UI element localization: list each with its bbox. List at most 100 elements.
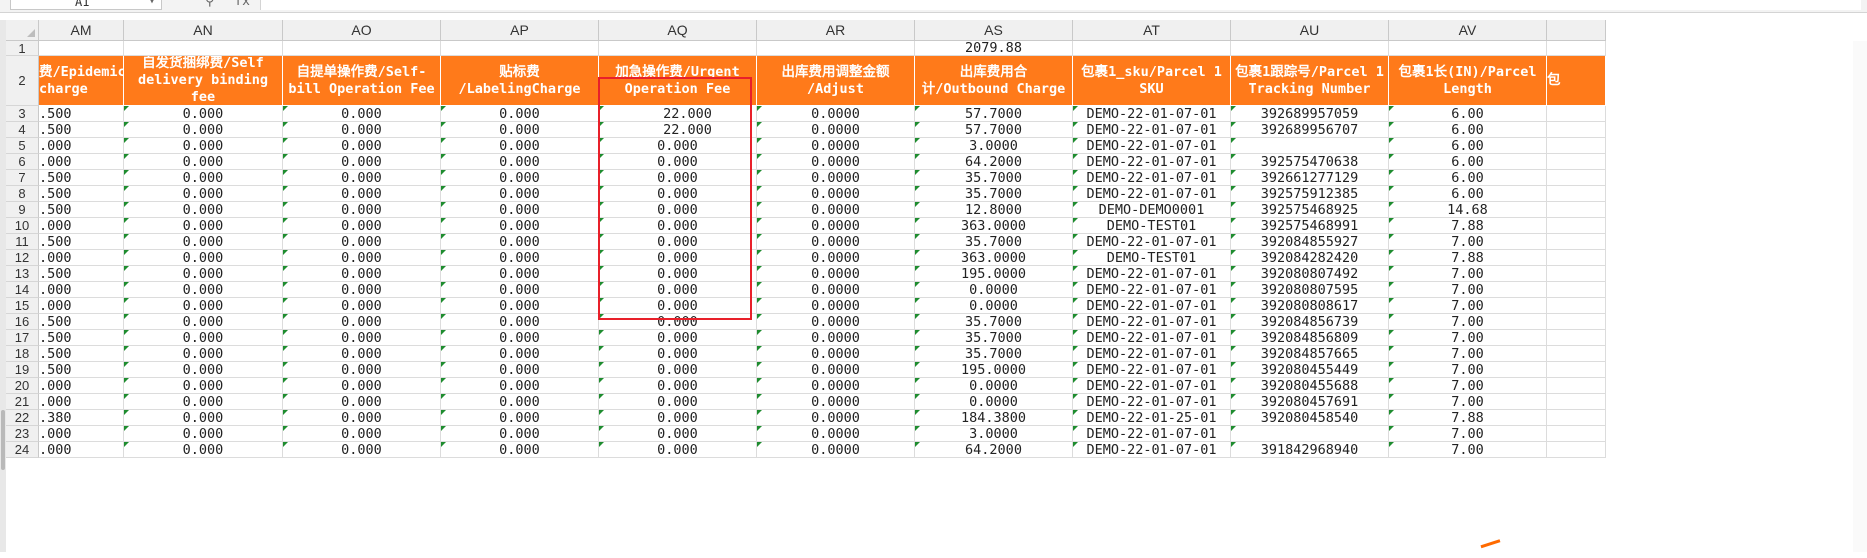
cell[interactable]: 6.00 <box>1389 170 1547 186</box>
row-header[interactable]: 22 <box>6 410 39 426</box>
cell[interactable]: 195.0000 <box>915 362 1073 378</box>
cell[interactable]: DEMO-22-01-07-01 <box>1073 170 1231 186</box>
cell[interactable]: .500 <box>39 266 124 282</box>
row-header[interactable]: 20 <box>6 378 39 394</box>
cell[interactable]: 392084282420 <box>1231 250 1389 266</box>
cell[interactable]: 0.000 <box>124 346 283 362</box>
column-header-at[interactable]: AT <box>1073 20 1231 41</box>
cell[interactable]: DEMO-22-01-07-01 <box>1073 138 1231 154</box>
cell[interactable]: 392080455449 <box>1231 362 1389 378</box>
cell[interactable] <box>1231 138 1389 154</box>
cell[interactable]: 392689956707 <box>1231 122 1389 138</box>
cell[interactable]: 0.000 <box>599 410 757 426</box>
cell[interactable]: 14.68 <box>1389 202 1547 218</box>
cell[interactable]: 0.000 <box>441 346 599 362</box>
cell[interactable]: 0.0000 <box>757 138 915 154</box>
cell[interactable]: DEMO-22-01-07-01 <box>1073 426 1231 442</box>
cell[interactable]: 0.000 <box>124 298 283 314</box>
cell[interactable]: 0.0000 <box>757 170 915 186</box>
cell[interactable]: 22.000 <box>599 106 757 122</box>
cell[interactable]: 12.8000 <box>915 202 1073 218</box>
cell[interactable]: 0.000 <box>124 202 283 218</box>
cell[interactable] <box>1547 282 1606 298</box>
cell[interactable]: DEMO-22-01-07-01 <box>1073 266 1231 282</box>
cell[interactable]: 0.000 <box>599 202 757 218</box>
cell[interactable]: 0.000 <box>441 314 599 330</box>
cell[interactable]: 2079.88 <box>915 41 1073 56</box>
cell[interactable]: 0.0000 <box>757 362 915 378</box>
cell[interactable]: DEMO-22-01-07-01 <box>1073 362 1231 378</box>
cell[interactable]: DEMO-22-01-07-01 <box>1073 106 1231 122</box>
row-header[interactable]: 7 <box>6 170 39 186</box>
cell[interactable]: 0.0000 <box>915 282 1073 298</box>
cell[interactable]: 0.000 <box>124 442 283 458</box>
cell[interactable]: 0.000 <box>441 186 599 202</box>
cell[interactable]: 7.00 <box>1389 282 1547 298</box>
header-cell[interactable]: 贴标费 /LabelingCharge <box>441 56 599 106</box>
cell[interactable]: 0.000 <box>441 154 599 170</box>
row-header[interactable]: 15 <box>6 298 39 314</box>
cell[interactable]: DEMO-DEMO0001 <box>1073 202 1231 218</box>
cell[interactable]: 35.7000 <box>915 234 1073 250</box>
cell[interactable]: 0.000 <box>283 250 441 266</box>
cell[interactable]: .500 <box>39 234 124 250</box>
cell[interactable]: 0.000 <box>599 234 757 250</box>
cell[interactable] <box>599 41 757 56</box>
cell[interactable]: .000 <box>39 218 124 234</box>
row-header[interactable]: 18 <box>6 346 39 362</box>
cell[interactable]: 0.000 <box>283 106 441 122</box>
cell[interactable]: 0.000 <box>441 410 599 426</box>
cell[interactable] <box>1547 138 1606 154</box>
cell[interactable]: 3.0000 <box>915 138 1073 154</box>
column-header-overflow[interactable] <box>1547 20 1606 41</box>
cell[interactable]: 184.3800 <box>915 410 1073 426</box>
cell[interactable]: DEMO-22-01-07-01 <box>1073 346 1231 362</box>
cell[interactable] <box>757 41 915 56</box>
cell[interactable]: DEMO-TEST01 <box>1073 250 1231 266</box>
cell[interactable] <box>1547 298 1606 314</box>
select-all-corner[interactable] <box>6 20 39 41</box>
cell[interactable]: 392575468925 <box>1231 202 1389 218</box>
cell[interactable] <box>1547 218 1606 234</box>
scroll-thumb[interactable] <box>1 410 5 470</box>
cell[interactable]: 0.000 <box>283 362 441 378</box>
cell[interactable]: .500 <box>39 202 124 218</box>
cell[interactable]: .500 <box>39 186 124 202</box>
header-cell[interactable]: 自提单操作费/Self-bill Operation Fee <box>283 56 441 106</box>
chevron-down-icon[interactable]: ▾ <box>149 0 155 11</box>
cell[interactable]: 0.000 <box>599 394 757 410</box>
cell[interactable]: 7.00 <box>1389 234 1547 250</box>
cell[interactable]: 0.000 <box>124 394 283 410</box>
header-cell[interactable]: 包 <box>1547 56 1606 106</box>
cell[interactable]: 7.00 <box>1389 330 1547 346</box>
cell[interactable]: 392575912385 <box>1231 186 1389 202</box>
column-header-ao[interactable]: AO <box>283 20 441 41</box>
cell[interactable]: 35.7000 <box>915 170 1073 186</box>
cell[interactable]: 7.00 <box>1389 298 1547 314</box>
cell[interactable] <box>1073 41 1231 56</box>
cell[interactable]: 35.7000 <box>915 314 1073 330</box>
cell[interactable]: 0.000 <box>283 234 441 250</box>
column-header-au[interactable]: AU <box>1231 20 1389 41</box>
cell[interactable]: DEMO-22-01-07-01 <box>1073 378 1231 394</box>
row-header[interactable]: 12 <box>6 250 39 266</box>
row-header[interactable]: 13 <box>6 266 39 282</box>
cell[interactable]: 0.000 <box>124 170 283 186</box>
cell[interactable]: 7.00 <box>1389 266 1547 282</box>
cell[interactable]: 0.000 <box>441 330 599 346</box>
cell[interactable]: 6.00 <box>1389 106 1547 122</box>
cell[interactable]: 0.0000 <box>757 106 915 122</box>
cell[interactable]: DEMO-22-01-07-01 <box>1073 330 1231 346</box>
cell[interactable]: .000 <box>39 298 124 314</box>
cell[interactable]: .500 <box>39 122 124 138</box>
header-cell[interactable]: 包裹1长(IN)/Parcel Length <box>1389 56 1547 106</box>
cell[interactable]: 0.000 <box>283 282 441 298</box>
cell[interactable]: 6.00 <box>1389 122 1547 138</box>
cell[interactable]: 363.0000 <box>915 250 1073 266</box>
cell[interactable]: 0.0000 <box>915 298 1073 314</box>
cell[interactable] <box>1547 154 1606 170</box>
cell[interactable]: 0.000 <box>283 410 441 426</box>
cell[interactable]: 0.0000 <box>757 266 915 282</box>
cell[interactable]: 0.000 <box>283 314 441 330</box>
cell[interactable]: 0.000 <box>599 218 757 234</box>
